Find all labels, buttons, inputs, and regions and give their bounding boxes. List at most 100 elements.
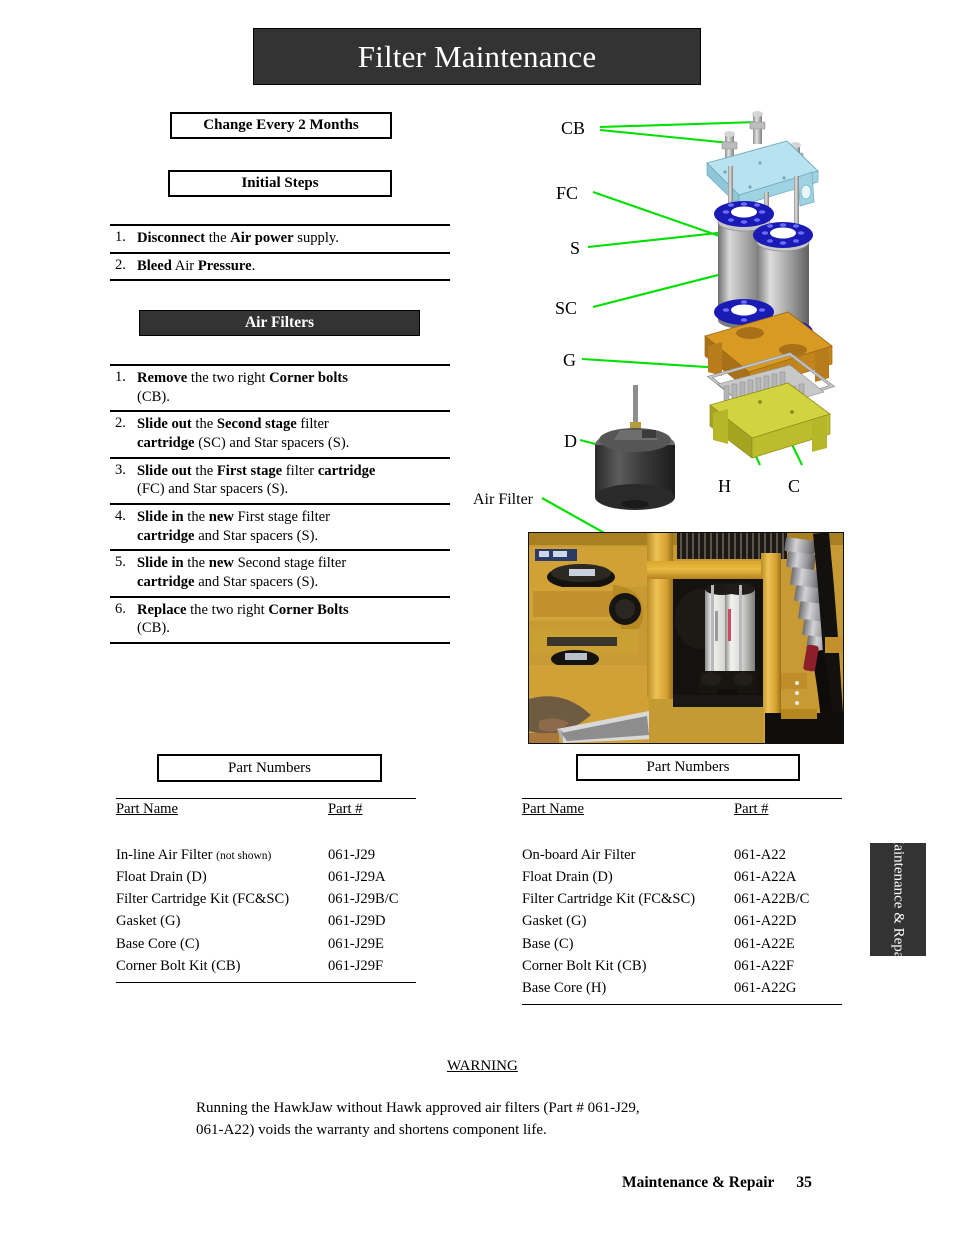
step-row: 2. Slide out the Second stage filter cart… bbox=[110, 410, 450, 456]
part-name: Base Core (H) bbox=[522, 980, 607, 996]
step-row: 5. Slide in the new Second stage filter c… bbox=[110, 549, 450, 595]
step-number: 1. bbox=[115, 229, 126, 245]
page-title-bar: Filter Maintenance bbox=[253, 28, 701, 85]
table-header-row: Part Name Part # bbox=[522, 798, 842, 818]
diagram-label-cb: CB bbox=[561, 118, 585, 138]
part-note: (not shown) bbox=[216, 849, 272, 862]
step-number: 3. bbox=[115, 461, 126, 478]
initial-steps-box: Initial Steps bbox=[168, 170, 392, 197]
step-text: Slide in the new Second stage filter cart… bbox=[137, 555, 347, 591]
part-name: On-board Air Filter bbox=[522, 846, 636, 863]
part-number: 061-A22D bbox=[734, 913, 797, 930]
photo-callout-label: Air Filter bbox=[473, 491, 533, 508]
table-row: Float Drain (D) 061-A22A bbox=[522, 866, 842, 888]
air-filter-steps-list: 1. Remove the two right Corner bolts (CB)… bbox=[110, 364, 450, 645]
warning-line-2: 061-A22) voids the warranty and shortens… bbox=[196, 1121, 547, 1138]
part-number: 061-J29D bbox=[328, 913, 386, 930]
air-filters-section-bar: Air Filters bbox=[139, 310, 420, 336]
part-number: 061-A22 bbox=[734, 846, 786, 863]
warning-body: Running the HawkJaw without Hawk approve… bbox=[196, 1098, 816, 1142]
change-interval-box: Change Every 2 Months bbox=[170, 112, 392, 139]
top-plate bbox=[706, 140, 819, 207]
step-text: Slide out the Second stage filter cartrid… bbox=[137, 416, 350, 452]
exploded-assembly-diagram: CB FC S SC G D H C bbox=[555, 111, 836, 510]
part-name: In-line Air Filter (not shown) bbox=[116, 846, 272, 863]
page-footer: Maintenance & Repair 35 bbox=[622, 1174, 812, 1192]
diagram-label-h: H bbox=[718, 476, 731, 496]
step-number: 1. bbox=[115, 369, 126, 385]
step-text: Disconnect the Air power supply. bbox=[137, 230, 339, 246]
part-number: 061-J29B/C bbox=[328, 891, 399, 907]
left-part-numbers-box: Part Numbers bbox=[157, 754, 382, 782]
step-number: 2. bbox=[115, 256, 126, 273]
step-text: Bleed Air Pressure. bbox=[137, 257, 256, 274]
part-number: 061-A22A bbox=[734, 868, 797, 885]
step-row: 6. Replace the two right Corner Bolts (CB… bbox=[110, 595, 450, 645]
right-part-numbers-box: Part Numbers bbox=[576, 754, 800, 781]
table-row: Base Core (C) 061-J29E bbox=[116, 933, 416, 955]
step-number: 6. bbox=[115, 600, 126, 617]
step-row: 2. Bleed Air Pressure. bbox=[110, 251, 450, 282]
part-name: Float Drain (D) bbox=[522, 868, 613, 885]
table-body: On-board Air Filter 061-A22 Float Drain … bbox=[522, 818, 842, 1000]
right-parts-table: Part Name Part # On-board Air Filter 061… bbox=[522, 798, 842, 1005]
step-row: 4. Slide in the new First stage filter ca… bbox=[110, 503, 450, 549]
table-bottom-rule bbox=[116, 981, 416, 983]
step-row: 1. Disconnect the Air power supply. bbox=[110, 224, 450, 252]
step-number: 2. bbox=[115, 415, 126, 432]
table-row: Float Drain (D) 061-J29A bbox=[116, 866, 416, 888]
warning-heading: WARNING bbox=[447, 1058, 518, 1074]
step-number: 4. bbox=[115, 508, 126, 525]
table-bottom-rule bbox=[522, 1003, 842, 1005]
table-row: Filter Cartridge Kit (FC&SC) 061-J29B/C bbox=[116, 889, 416, 911]
column-header-part-number: Part # bbox=[328, 801, 363, 817]
part-number: 061-J29E bbox=[328, 935, 384, 952]
part-name: Corner Bolt Kit (CB) bbox=[116, 957, 241, 974]
diagram-label-s: S bbox=[570, 238, 580, 258]
left-parts-table: Part Name Part # In-line Air Filter (not… bbox=[116, 798, 416, 983]
part-name: Gasket (G) bbox=[116, 913, 181, 930]
footer-page-number: 35 bbox=[796, 1174, 812, 1191]
part-number: 061-A22B/C bbox=[734, 891, 810, 907]
initial-steps-label: Initial Steps bbox=[241, 175, 319, 191]
part-number: 061-A22E bbox=[734, 935, 795, 952]
part-number: 061-J29 bbox=[328, 846, 376, 863]
left-part-numbers-label: Part Numbers bbox=[228, 759, 311, 776]
step-number: 5. bbox=[115, 554, 126, 571]
part-number: 061-A22F bbox=[734, 957, 794, 974]
table-row: Gasket (G) 061-A22D bbox=[522, 911, 842, 933]
table-row: Corner Bolt Kit (CB) 061-J29F bbox=[116, 955, 416, 977]
part-number: 061-A22G bbox=[734, 980, 797, 996]
part-name: Float Drain (D) bbox=[116, 868, 207, 885]
step-row: 1. Remove the two right Corner bolts (CB)… bbox=[110, 364, 450, 410]
column-header-part-number: Part # bbox=[734, 801, 769, 817]
machine-photograph bbox=[528, 532, 844, 744]
table-row: On-board Air Filter 061-A22 bbox=[522, 844, 842, 866]
star-spacer bbox=[714, 201, 774, 227]
diagram-label-fc: FC bbox=[556, 183, 578, 203]
right-part-numbers-label: Part Numbers bbox=[646, 759, 730, 775]
table-body: In-line Air Filter (not shown) 061-J29 F… bbox=[116, 818, 416, 978]
column-header-part-name: Part Name bbox=[522, 801, 585, 817]
star-spacer bbox=[753, 222, 813, 248]
diagram-label-c: C bbox=[788, 476, 800, 496]
table-row: Base (C) 061-A22E bbox=[522, 933, 842, 955]
table-header-row: Part Name Part # bbox=[116, 798, 416, 818]
diagram-label-d: D bbox=[564, 431, 577, 451]
part-name: Base (C) bbox=[522, 935, 574, 952]
step-text: Replace the two right Corner Bolts (CB). bbox=[137, 601, 349, 637]
table-row: In-line Air Filter (not shown) 061-J29 bbox=[116, 844, 416, 866]
change-interval-label: Change Every 2 Months bbox=[203, 117, 359, 133]
table-row: Base Core (H) 061-A22G bbox=[522, 978, 842, 1000]
table-row: Corner Bolt Kit (CB) 061-A22F bbox=[522, 955, 842, 977]
section-side-tab: Maintenance & Repair bbox=[870, 831, 926, 968]
diagram-label-sc: SC bbox=[555, 298, 577, 318]
float-drain bbox=[595, 385, 675, 510]
column-header-part-name: Part Name bbox=[116, 801, 179, 817]
part-name: Filter Cartridge Kit (FC&SC) bbox=[116, 891, 290, 907]
part-number: 061-J29A bbox=[328, 868, 386, 885]
table-row: Filter Cartridge Kit (FC&SC) 061-A22B/C bbox=[522, 889, 842, 911]
part-name: Filter Cartridge Kit (FC&SC) bbox=[522, 891, 696, 907]
part-name: Corner Bolt Kit (CB) bbox=[522, 957, 647, 974]
side-tab-label: Maintenance & Repair bbox=[890, 831, 907, 968]
